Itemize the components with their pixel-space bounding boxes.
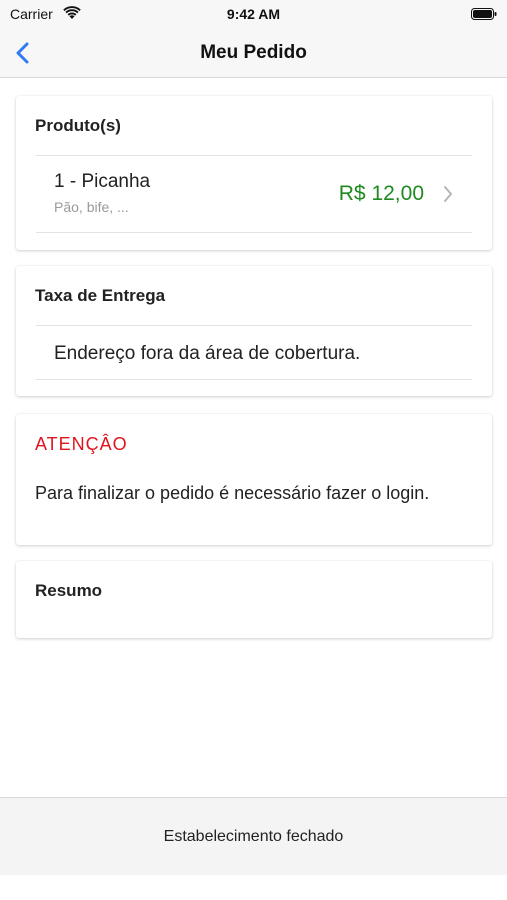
- divider: [36, 325, 472, 326]
- attention-title: ATENÇÂO: [35, 434, 128, 454]
- footer-bar: Estabelecimento fechado: [0, 797, 507, 875]
- delivery-fee-title: Taxa de Entrega: [35, 286, 166, 305]
- divider: [36, 379, 472, 380]
- summary-title: Resumo: [35, 581, 103, 600]
- products-title: Produto(s): [35, 116, 121, 135]
- divider: [36, 232, 472, 233]
- delivery-fee-card: Taxa de Entrega Endereço fora da área de…: [16, 266, 492, 396]
- navigation-bar: Meu Pedido: [0, 30, 507, 78]
- product-price: R$ 12,00: [338, 182, 424, 205]
- product-row[interactable]: 1 - Picanha Pão, bife, ... R$ 12,00: [36, 156, 472, 233]
- products-card: Produto(s) 1 - Picanha Pão, bife, ... R$…: [16, 96, 492, 250]
- status-bar: Carrier 9:42 AM: [0, 0, 507, 30]
- product-description: Pão, bife, ...: [54, 199, 129, 215]
- delivery-message: Endereço fora da área de cobertura.: [54, 343, 361, 364]
- product-name: 1 - Picanha: [54, 171, 151, 192]
- attention-card: ATENÇÂO Para finalizar o pedido é necess…: [16, 414, 492, 545]
- page-title: Meu Pedido: [200, 42, 307, 63]
- battery-icon: [471, 8, 497, 20]
- chevron-right-icon: [444, 186, 452, 202]
- store-status-label: Estabelecimento fechado: [163, 828, 344, 845]
- screen: Carrier 9:42 AM Meu Pedido Produto(s) 1 …: [0, 0, 507, 900]
- attention-message: Para finalizar o pedido é necessário faz…: [35, 483, 430, 503]
- clock: 9:42 AM: [226, 6, 281, 22]
- summary-card: Resumo: [16, 561, 492, 638]
